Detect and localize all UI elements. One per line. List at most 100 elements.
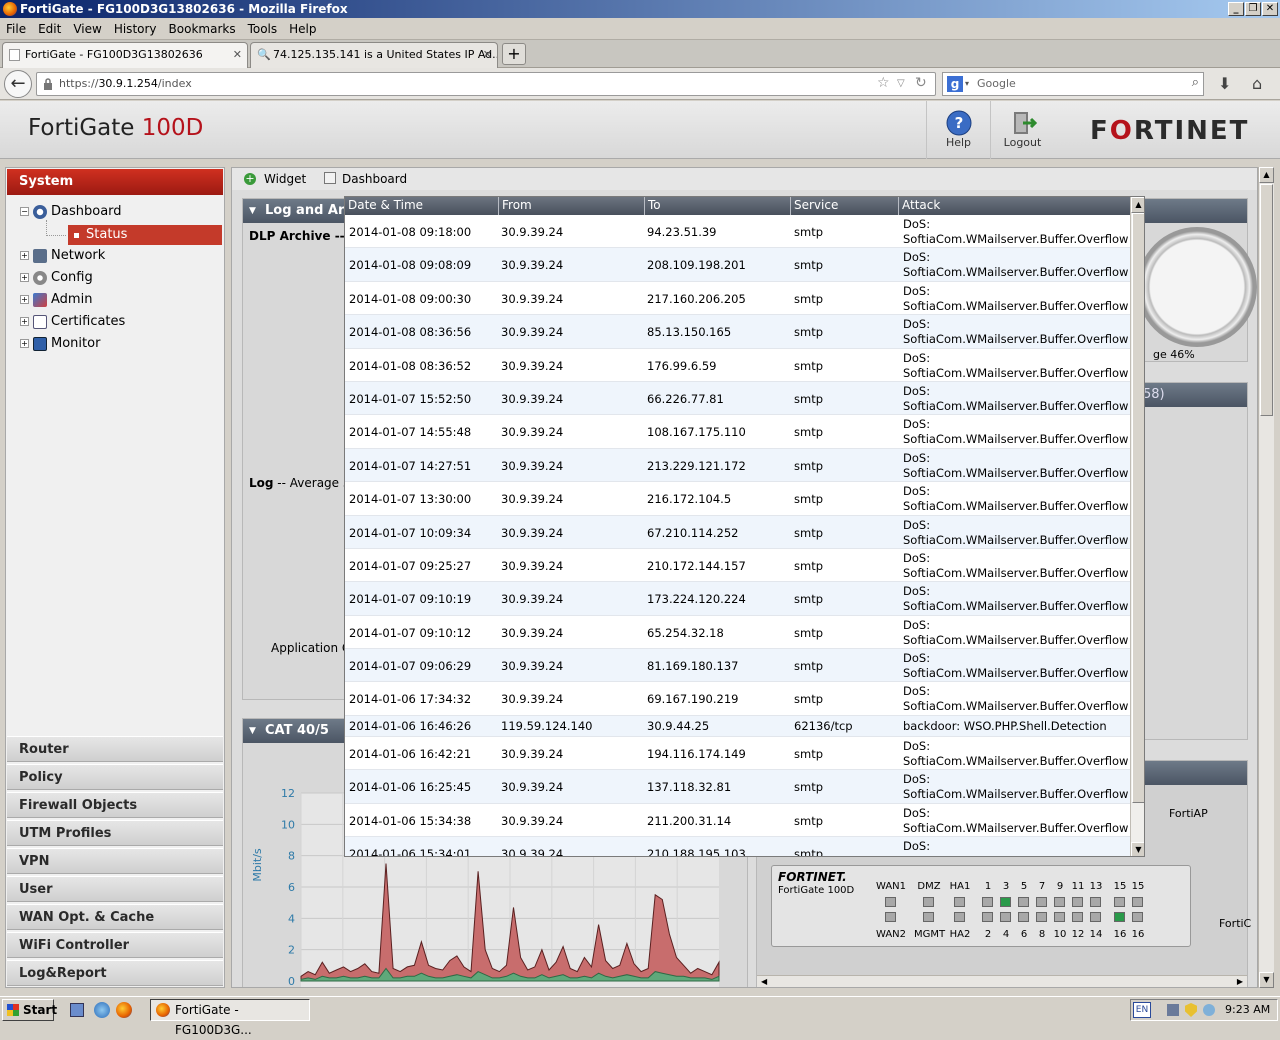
- dashboard-button[interactable]: Dashboard: [342, 168, 407, 190]
- search-icon[interactable]: ⌕: [1192, 75, 1199, 90]
- table-row[interactable]: 2014-01-07 15:52:50 30.9.39.24 66.226.77.8…: [345, 381, 1130, 416]
- table-row[interactable]: 2014-01-07 09:25:27 30.9.39.24 210.172.144…: [345, 549, 1130, 583]
- table-row[interactable]: 2014-01-08 09:08:09 30.9.39.24 208.109.198…: [345, 248, 1130, 282]
- expand-icon[interactable]: +: [20, 317, 29, 326]
- engine-dropdown-icon[interactable]: ▾: [965, 73, 969, 95]
- menu-help[interactable]: Help: [283, 18, 322, 40]
- sidebar-item-admin[interactable]: + Admin: [20, 292, 92, 307]
- table-row[interactable]: 2014-01-07 14:55:48 30.9.39.24 108.167.175…: [345, 415, 1130, 449]
- sidebar-item-network[interactable]: + Network: [20, 248, 105, 263]
- sidebar-item-certificates[interactable]: + Certificates: [20, 314, 125, 329]
- start-button[interactable]: Start: [2, 999, 57, 1021]
- language-indicator[interactable]: EN: [1133, 1002, 1151, 1018]
- column-header-datetime[interactable]: Date & Time: [345, 197, 499, 215]
- sidebar-item-monitor[interactable]: + Monitor: [20, 336, 100, 351]
- section-firewall-objects[interactable]: Firewall Objects: [7, 792, 223, 818]
- menu-bookmarks[interactable]: Bookmarks: [163, 18, 242, 40]
- sidebar-item-dashboard[interactable]: − Dashboard: [20, 204, 122, 219]
- table-row[interactable]: 2014-01-08 09:00:30 30.9.39.24 217.160.206…: [345, 282, 1130, 316]
- table-row[interactable]: 2014-01-07 10:09:34 30.9.39.24 67.210.114.…: [345, 515, 1130, 549]
- tab-close-button[interactable]: ✕: [483, 43, 492, 67]
- table-row[interactable]: 2014-01-06 15:34:38 30.9.39.24 211.200.31.…: [345, 804, 1130, 838]
- section-vpn[interactable]: VPN: [7, 848, 223, 874]
- tab-fortigate[interactable]: FortiGate - FG100D3G13802636 ✕: [2, 42, 248, 68]
- section-wan-opt-cache[interactable]: WAN Opt. & Cache: [7, 904, 223, 930]
- horizontal-scrollbar[interactable]: ◀ ▶: [757, 975, 1247, 987]
- menu-tools[interactable]: Tools: [242, 18, 284, 40]
- show-desktop-icon[interactable]: [70, 1003, 84, 1017]
- widget-button[interactable]: Widget: [264, 168, 306, 190]
- reload-icon[interactable]: ↻: [915, 75, 927, 91]
- table-row[interactable]: 2014-01-07 13:30:00 30.9.39.24 216.172.104…: [345, 482, 1130, 516]
- column-header-service[interactable]: Service: [791, 197, 899, 215]
- section-router[interactable]: Router: [7, 736, 223, 762]
- popup-scrollbar[interactable]: ▲ ▼: [1130, 197, 1144, 856]
- section-wifi-controller[interactable]: WiFi Controller: [7, 932, 223, 958]
- new-tab-button[interactable]: +: [502, 43, 526, 65]
- search-box[interactable]: g ▾ Google ⌕: [942, 72, 1204, 96]
- table-row[interactable]: 2014-01-06 16:46:26 119.59.124.140 30.9.44…: [345, 715, 1130, 737]
- page-vertical-scrollbar[interactable]: ▲ ▼: [1258, 167, 1274, 988]
- bookmark-star-icon[interactable]: ☆: [877, 75, 890, 91]
- table-row[interactable]: 2014-01-08 08:36:52 30.9.39.24 176.99.6.59…: [345, 349, 1130, 382]
- expand-icon[interactable]: +: [20, 273, 29, 282]
- expand-icon[interactable]: +: [20, 251, 29, 260]
- scroll-up-arrow[interactable]: ▲: [1259, 167, 1274, 183]
- close-window-button[interactable]: ✕: [1262, 2, 1278, 16]
- network-tray-icon[interactable]: [1167, 1004, 1179, 1016]
- scroll-right-arrow[interactable]: ▶: [1233, 976, 1247, 987]
- section-policy[interactable]: Policy: [7, 764, 223, 790]
- section-utm-profiles[interactable]: UTM Profiles: [7, 820, 223, 846]
- sidebar-header-system[interactable]: System: [7, 169, 223, 195]
- table-row[interactable]: 2014-01-06 16:25:45 30.9.39.24 137.118.32.…: [345, 770, 1130, 804]
- table-row[interactable]: 2014-01-08 09:18:00 30.9.39.24 94.23.51.39…: [345, 215, 1130, 249]
- sidebar-item-config[interactable]: + Config: [20, 270, 93, 285]
- column-header-attack[interactable]: Attack: [899, 197, 1130, 215]
- minimize-button[interactable]: _: [1228, 2, 1244, 16]
- tray-app-icon[interactable]: [1203, 1004, 1215, 1016]
- collapse-icon[interactable]: −: [20, 207, 29, 216]
- menu-file[interactable]: File: [0, 18, 32, 40]
- expand-icon[interactable]: +: [20, 339, 29, 348]
- home-icon[interactable]: ⌂: [1252, 74, 1262, 93]
- table-row[interactable]: 2014-01-06 16:42:21 30.9.39.24 194.116.174…: [345, 737, 1130, 771]
- tab-close-button[interactable]: ✕: [233, 43, 242, 67]
- admin-icon: [33, 292, 47, 307]
- table-row[interactable]: 2014-01-06 17:34:32 30.9.39.24 69.167.190.…: [345, 682, 1130, 716]
- tab-ip-lookup[interactable]: 🔍 74.125.135.141 is a United States IP A…: [250, 42, 498, 68]
- table-row[interactable]: 2014-01-08 08:36:56 30.9.39.24 85.13.150.1…: [345, 315, 1130, 349]
- expand-icon[interactable]: +: [20, 295, 29, 304]
- back-button[interactable]: ←: [4, 70, 32, 98]
- firefox-quicklaunch-icon[interactable]: [116, 1002, 132, 1018]
- port-icon: [1000, 912, 1011, 922]
- scrollbar-thumb[interactable]: [1132, 213, 1144, 803]
- table-row[interactable]: 2014-01-07 09:10:12 30.9.39.24 65.254.32.1…: [345, 616, 1130, 650]
- address-bar[interactable]: https://30.9.1.254/index ☆ ▽ ↻: [36, 72, 936, 96]
- table-row[interactable]: 2014-01-06 15:34:01 30.9.39.24 210.188.195…: [345, 837, 1130, 856]
- section-log-report[interactable]: Log&Report: [7, 960, 223, 986]
- dropdown-icon[interactable]: ▽: [897, 78, 905, 89]
- taskbar-item-firefox[interactable]: FortiGate - FG100D3G...: [150, 999, 310, 1037]
- table-row[interactable]: 2014-01-07 09:10:19 30.9.39.24 173.224.120…: [345, 582, 1130, 616]
- maximize-button[interactable]: ❐: [1245, 2, 1261, 16]
- scroll-down-arrow[interactable]: ▼: [1259, 972, 1274, 988]
- scroll-down-arrow[interactable]: ▼: [1131, 842, 1144, 856]
- column-header-from[interactable]: From: [499, 197, 645, 215]
- security-shield-icon[interactable]: [1185, 1003, 1197, 1017]
- logout-button[interactable]: Logout: [990, 101, 1054, 159]
- internet-explorer-icon[interactable]: [94, 1002, 110, 1018]
- scroll-left-arrow[interactable]: ◀: [757, 976, 771, 987]
- cell-attack: DoS:: [903, 517, 931, 532]
- scroll-up-arrow[interactable]: ▲: [1131, 197, 1144, 213]
- table-row[interactable]: 2014-01-07 09:06:29 30.9.39.24 81.169.180.…: [345, 649, 1130, 683]
- column-header-to[interactable]: To: [645, 197, 791, 215]
- table-row[interactable]: 2014-01-07 14:27:51 30.9.39.24 213.229.121…: [345, 448, 1130, 483]
- menu-edit[interactable]: Edit: [32, 18, 67, 40]
- section-user[interactable]: User: [7, 876, 223, 902]
- menu-view[interactable]: View: [67, 18, 107, 40]
- help-button[interactable]: ? Help: [926, 101, 990, 159]
- sidebar-item-status[interactable]: Status: [68, 225, 222, 245]
- download-icon[interactable]: ⬇: [1218, 74, 1231, 93]
- menu-history[interactable]: History: [108, 18, 163, 40]
- scrollbar-thumb[interactable]: [1260, 184, 1273, 416]
